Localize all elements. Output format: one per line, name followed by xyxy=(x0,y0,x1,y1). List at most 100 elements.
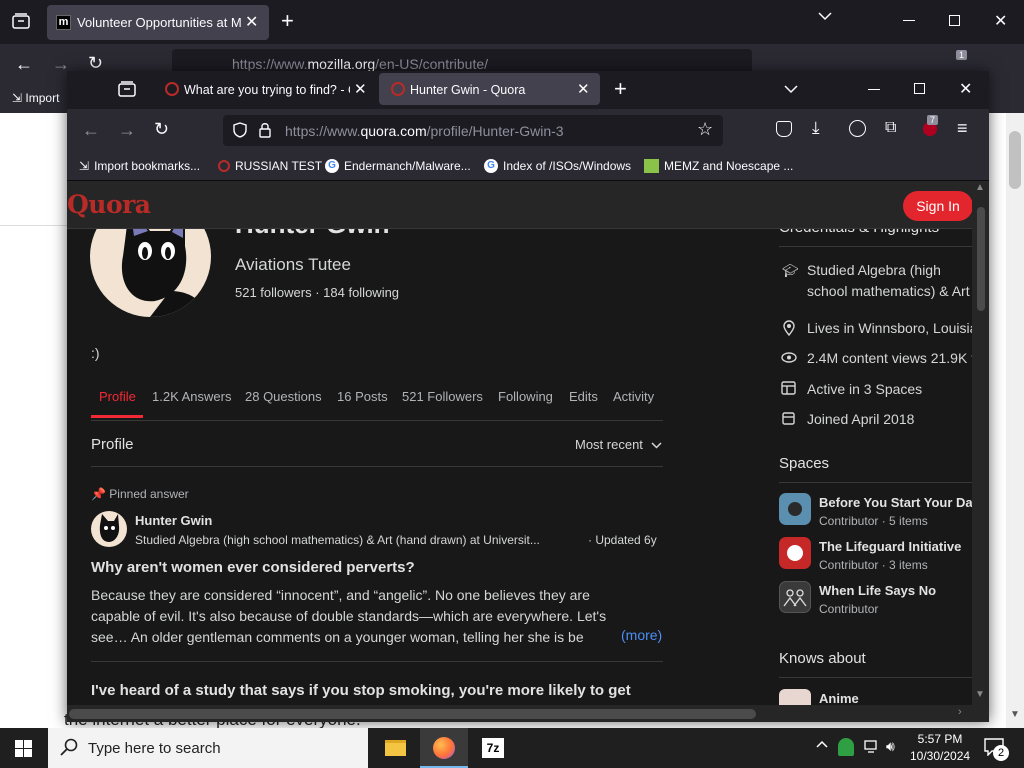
space-name[interactable]: The Lifeguard Initiative xyxy=(819,539,961,554)
space-name[interactable]: When Life Says No xyxy=(819,583,936,598)
shield-icon[interactable] xyxy=(233,122,247,138)
firefox-taskbar-icon[interactable] xyxy=(420,728,468,768)
forward-arrow-icon[interactable]: → xyxy=(118,120,136,141)
file-explorer-icon[interactable] xyxy=(373,728,417,768)
scroll-thumb[interactable] xyxy=(977,207,985,311)
notifications-button[interactable]: 2 xyxy=(980,728,1024,768)
back-arrow-icon[interactable]: ← xyxy=(82,120,100,141)
new-tab-icon[interactable]: + xyxy=(281,8,294,34)
people-icon[interactable] xyxy=(779,581,811,613)
memz-icon xyxy=(644,159,659,173)
close-window-icon[interactable]: ✕ xyxy=(994,11,1007,31)
sign-in-button[interactable]: Sign In xyxy=(903,191,973,221)
credential-location: Lives in Winnsboro, Louisiana xyxy=(807,320,972,336)
page-vertical-scrollbar[interactable]: ▲ ▼ xyxy=(972,181,989,722)
pocket-icon[interactable] xyxy=(776,121,792,137)
extensions-icon[interactable]: ⧉ xyxy=(885,119,896,137)
maximize-icon[interactable] xyxy=(914,83,925,94)
windows-taskbar: Type here to search 7z 🔊︎ 5:57 PM 10/30/… xyxy=(0,728,1024,768)
tab-followers[interactable]: 521 Followers xyxy=(402,389,483,404)
lock-icon[interactable] xyxy=(259,122,271,138)
tab-quora-search[interactable]: What are you trying to find? - Q ✕ xyxy=(153,73,378,105)
downloads-icon[interactable]: ⤓ xyxy=(812,118,820,138)
page-horizontal-scrollbar[interactable]: › xyxy=(67,705,972,722)
more-link[interactable]: (more) xyxy=(618,627,663,643)
list-tabs-icon[interactable] xyxy=(784,85,798,94)
7zip-taskbar-icon[interactable]: 7z xyxy=(470,728,516,768)
tab-title: Volunteer Opportunities at Moz xyxy=(77,15,242,30)
space-avatar-icon[interactable] xyxy=(779,493,811,525)
url-bar[interactable]: https://www.quora.com/profile/Hunter-Gwi… xyxy=(223,115,723,146)
extension-badge: 1 xyxy=(956,50,968,60)
windows-start-icon[interactable] xyxy=(15,740,32,757)
tab-activity[interactable]: Activity xyxy=(613,389,654,404)
menu-icon[interactable]: ≡ xyxy=(957,118,968,139)
bookmark-isos[interactable]: G Index of /ISOs/Windows xyxy=(484,159,631,173)
close-tab-icon[interactable]: ✕ xyxy=(245,12,258,32)
close-tab-icon[interactable]: ✕ xyxy=(577,80,590,98)
mozilla-favicon-icon: m xyxy=(56,15,71,30)
tab-questions[interactable]: 28 Questions xyxy=(245,389,322,404)
search-icon xyxy=(60,738,78,756)
sort-dropdown[interactable]: Most recent xyxy=(575,437,662,452)
list-tabs-icon[interactable] xyxy=(818,12,832,21)
back-tab-bar: m Volunteer Opportunities at Moz ✕ + ✕ xyxy=(0,0,1024,44)
credential-spaces[interactable]: Active in 3 Spaces xyxy=(807,381,922,397)
google-icon: G xyxy=(325,159,339,173)
space-meta: Contributor xyxy=(819,602,879,616)
back-import-bookmarks[interactable]: ⇲ Import xyxy=(12,91,59,105)
calendar-icon xyxy=(782,411,795,425)
answer-excerpt[interactable]: Because they are considered “innocent”, … xyxy=(91,585,641,649)
next-question-title[interactable]: I've heard of a study that says if you s… xyxy=(91,682,631,699)
tab-overview-icon[interactable] xyxy=(12,13,30,29)
reload-icon[interactable]: ↻ xyxy=(154,119,169,140)
chevron-up-icon[interactable] xyxy=(816,740,828,748)
quora-logo[interactable]: Quora xyxy=(67,190,151,219)
tab-following[interactable]: Following xyxy=(498,389,553,404)
quora-page: Hunter Gwin Aviations Tutee 521 follower… xyxy=(67,181,989,722)
bookmark-endermanch[interactable]: G Endermanch/Malware... xyxy=(325,159,471,173)
knows-about-title: Knows about xyxy=(779,650,866,667)
tab-posts[interactable]: 16 Posts xyxy=(337,389,388,404)
bookmark-memz[interactable]: MEMZ and Noescape ... xyxy=(644,159,793,173)
clock-date[interactable]: 10/30/2024 xyxy=(910,749,970,763)
author-avatar[interactable] xyxy=(91,511,127,547)
taskbar-search-box[interactable]: Type here to search xyxy=(48,728,368,768)
close-tab-icon[interactable]: ✕ xyxy=(354,80,367,98)
question-title[interactable]: Why aren't women ever considered pervert… xyxy=(91,559,415,576)
tab-overview-icon[interactable] xyxy=(118,81,136,97)
bookmark-russian-test[interactable]: RUSSIAN TEST xyxy=(218,159,322,173)
tab-edits[interactable]: Edits xyxy=(569,389,598,404)
author-credential[interactable]: Studied Algebra (high school mathematics… xyxy=(135,533,582,547)
restore-icon[interactable] xyxy=(949,15,960,26)
people-tray-icon[interactable] xyxy=(838,738,854,756)
bookmark-import[interactable]: ⇲ Import bookmarks... xyxy=(79,159,200,173)
updated-time[interactable]: · Updated 6y xyxy=(588,533,657,547)
bookmark-star-icon[interactable]: ☆ xyxy=(697,119,713,140)
account-icon[interactable] xyxy=(849,120,866,137)
url-domain: mozilla.org xyxy=(307,56,376,72)
tab-answers[interactable]: 1.2K Answers xyxy=(152,389,232,404)
scroll-thumb[interactable] xyxy=(69,709,756,719)
author-name[interactable]: Hunter Gwin xyxy=(135,513,212,528)
minimize-icon[interactable] xyxy=(903,20,915,21)
tab-profile[interactable]: Profile xyxy=(99,389,136,404)
space-name[interactable]: Before You Start Your Day xyxy=(819,495,972,510)
profile-stats[interactable]: 521 followers · 184 following xyxy=(235,285,399,300)
minimize-icon[interactable] xyxy=(868,89,880,90)
profile-tabs: Profile 1.2K Answers 28 Questions 16 Pos… xyxy=(91,387,663,420)
tab-mozilla[interactable]: m Volunteer Opportunities at Moz ✕ xyxy=(47,5,269,40)
volume-icon[interactable]: 🔊︎ xyxy=(886,738,895,755)
tab-hunter-gwin[interactable]: Hunter Gwin - Quora ✕ xyxy=(379,73,600,105)
back-scrollbar[interactable]: ▼ xyxy=(1006,113,1024,728)
network-icon[interactable] xyxy=(864,740,880,754)
new-tab-icon[interactable]: + xyxy=(614,76,627,102)
search-placeholder: Type here to search xyxy=(88,740,221,757)
back-arrow-icon[interactable]: ← xyxy=(15,54,33,75)
clock-time[interactable]: 5:57 PM xyxy=(910,732,970,746)
spaces-icon xyxy=(781,381,796,395)
lifeguard-cross-icon[interactable] xyxy=(779,537,811,569)
close-window-icon[interactable]: ✕ xyxy=(959,79,972,99)
topic-name[interactable]: Anime xyxy=(819,691,859,706)
graduation-cap-icon: 🎓︎ xyxy=(782,263,799,278)
